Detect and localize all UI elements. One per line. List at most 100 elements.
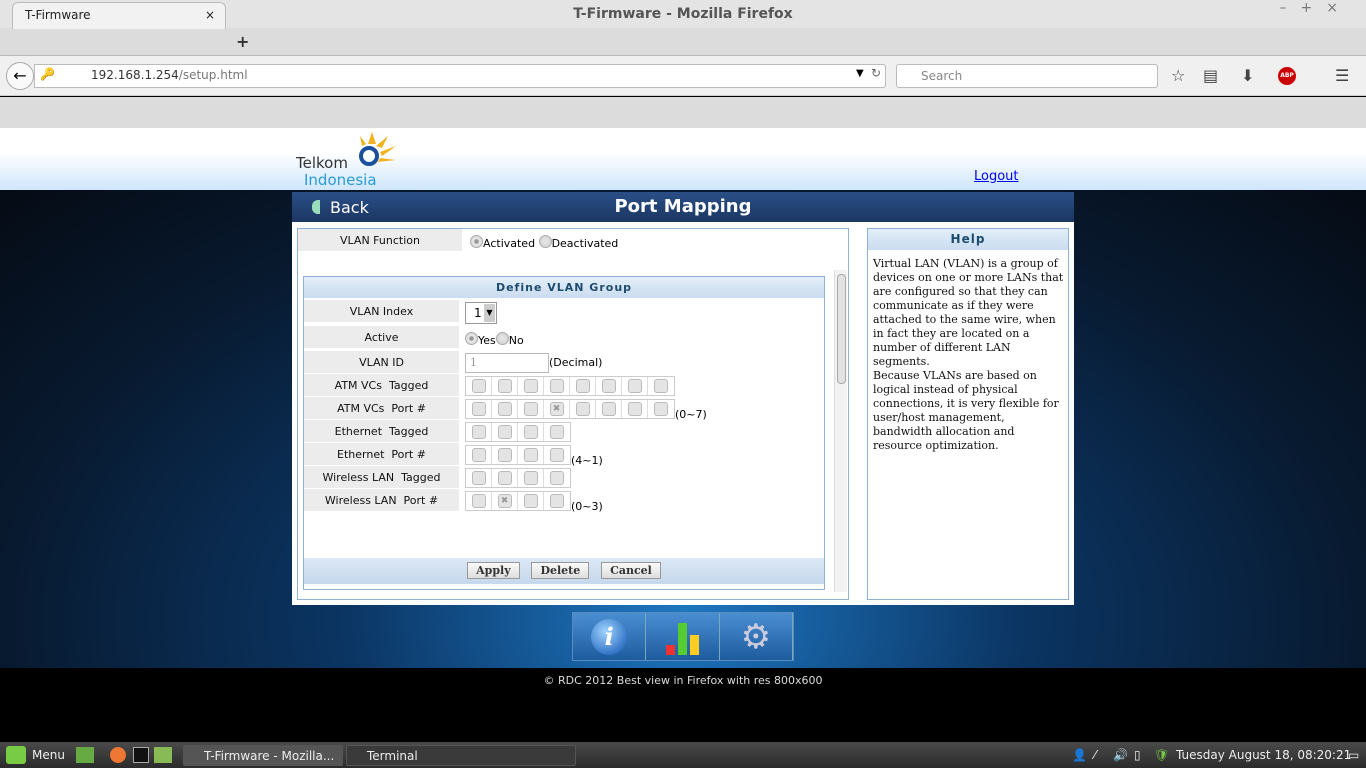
checkbox-group <box>465 422 571 442</box>
port-checkbox[interactable] <box>550 448 564 462</box>
port-checkbox[interactable] <box>497 471 512 485</box>
port-checkbox[interactable] <box>601 379 616 393</box>
battery-icon[interactable]: ▯ <box>1134 745 1141 766</box>
shield-icon[interactable]: 🛡 <box>1154 745 1169 766</box>
vlan-id-input[interactable]: 1 <box>465 353 549 373</box>
menu-button[interactable]: Menu <box>32 745 65 766</box>
port-checkbox[interactable] <box>471 379 486 393</box>
new-tab-button[interactable]: + <box>236 32 249 51</box>
active-no-radio[interactable] <box>495 332 509 345</box>
tab-close-icon[interactable]: × <box>205 8 215 22</box>
port-checkbox[interactable] <box>523 471 538 485</box>
active-yes-radio[interactable] <box>465 332 478 345</box>
clock[interactable]: Tuesday August 18, 08:20:21 <box>1176 745 1351 766</box>
port-checkbox[interactable] <box>654 402 668 416</box>
checkbox-group: ✖ <box>465 399 675 419</box>
volume-icon[interactable]: 🔊 <box>1113 745 1128 766</box>
checkbox-group <box>465 445 571 465</box>
port-checkbox[interactable] <box>523 425 538 439</box>
tab-label: T-Firmware <box>25 8 91 22</box>
port-checkbox[interactable] <box>523 448 538 462</box>
port-checkbox[interactable] <box>471 471 486 485</box>
port-checkbox[interactable] <box>550 425 564 439</box>
chevron-down-icon: ▼ <box>484 304 495 322</box>
deactivated-radio[interactable] <box>538 235 552 248</box>
port-checkbox[interactable] <box>471 425 486 439</box>
status-chart-icon[interactable] <box>646 613 720 660</box>
apply-button[interactable]: Apply <box>467 562 520 579</box>
port-checkbox[interactable]: ✖ <box>497 494 512 508</box>
site-info-icon[interactable]: 🔑 <box>40 67 55 81</box>
settings-gear-icon[interactable]: ⚙ <box>719 613 793 660</box>
reload-icon[interactable]: ↻ <box>871 66 881 80</box>
port-checkbox[interactable] <box>523 402 538 416</box>
back-arrow-icon[interactable]: ← <box>6 62 34 90</box>
port-checkbox[interactable] <box>550 494 564 508</box>
url-bar[interactable]: 192.168.1.254/setup.html <box>34 64 886 88</box>
checkbox-row-label: ATM VCs Port # <box>304 397 459 421</box>
port-checkbox[interactable] <box>497 402 512 416</box>
vlan-function-options: Activated Deactivated <box>470 235 618 250</box>
port-checkbox[interactable] <box>497 425 512 439</box>
task-firefox[interactable]: T-Firmware - Mozilla... <box>183 745 343 766</box>
workspace-icon[interactable]: ▭ <box>1348 745 1359 766</box>
port-checkbox[interactable] <box>550 471 564 485</box>
show-desktop-icon[interactable] <box>76 747 94 763</box>
telkom-logo: Telkom Indonesia <box>295 130 406 189</box>
vlan-index-value: 1 <box>474 306 482 320</box>
checkbox-row-label: Wireless LAN Tagged <box>304 466 459 490</box>
mint-menu-icon[interactable] <box>6 746 26 764</box>
checkbox-group <box>465 376 675 396</box>
cancel-button[interactable]: Cancel <box>601 562 661 579</box>
activated-radio[interactable] <box>470 235 483 248</box>
port-checkbox[interactable] <box>627 402 642 416</box>
port-checkbox[interactable] <box>497 379 512 393</box>
port-checkbox[interactable] <box>627 379 642 393</box>
delete-button[interactable]: Delete <box>531 562 590 579</box>
user-icon[interactable]: 👤 <box>1072 745 1087 766</box>
checkbox-row-label: ATM VCs Tagged <box>304 374 459 398</box>
checkbox-group <box>465 468 571 488</box>
files-launcher-icon[interactable] <box>154 747 172 763</box>
port-checkbox[interactable] <box>654 379 668 393</box>
firefox-launcher-icon[interactable] <box>110 747 126 763</box>
panel-header: Back Port Mapping <box>292 192 1074 222</box>
port-checkbox[interactable] <box>575 402 590 416</box>
adblock-icon[interactable]: ABP <box>1278 67 1296 85</box>
logout-link[interactable]: Logout <box>974 169 1019 184</box>
page-header <box>0 128 1366 190</box>
browser-tab[interactable]: T-Firmware × <box>12 2 226 29</box>
port-checkbox[interactable] <box>575 379 590 393</box>
search-input[interactable]: Search <box>896 64 1158 88</box>
scrollbar-thumb[interactable] <box>837 274 846 384</box>
info-icon[interactable]: i <box>573 613 647 660</box>
port-checkbox[interactable] <box>471 494 486 508</box>
download-icon[interactable]: ⬇ <box>1241 66 1254 85</box>
dropdown-icon[interactable]: ▼ <box>856 68 864 79</box>
bookmark-star-icon[interactable]: ☆ <box>1171 66 1185 85</box>
port-checkbox[interactable]: ✖ <box>549 402 564 416</box>
port-checkbox[interactable] <box>601 402 616 416</box>
port-checkbox[interactable] <box>523 494 538 508</box>
help-text: Virtual LAN (VLAN) is a group of devices… <box>873 257 1064 452</box>
port-checkbox[interactable] <box>523 379 538 393</box>
port-checkbox[interactable] <box>497 448 512 462</box>
port-checkbox[interactable] <box>471 402 486 416</box>
reading-list-icon[interactable]: ▤ <box>1203 66 1218 85</box>
deactivated-label: Deactivated <box>551 237 619 250</box>
range-hint: (0~7) <box>675 408 707 421</box>
window-controls[interactable]: –+× <box>1280 0 1352 16</box>
terminal-launcher-icon[interactable] <box>133 747 149 763</box>
button-bar: Apply Delete Cancel <box>304 558 824 584</box>
help-title: Help <box>868 229 1068 250</box>
footer: © RDC 2012 Best view in Firefox with res… <box>0 668 1366 742</box>
checkbox-row-label: Ethernet Port # <box>304 443 459 467</box>
scrollbar[interactable] <box>834 270 847 592</box>
vlan-index-select[interactable]: 1 ▼ <box>465 302 497 324</box>
vlan-id-suffix: (Decimal) <box>549 356 603 369</box>
task-terminal[interactable]: Terminal <box>346 745 576 766</box>
port-checkbox[interactable] <box>471 448 486 462</box>
menu-icon[interactable]: ☰ <box>1335 66 1349 85</box>
network-icon[interactable]: ⁄ <box>1094 745 1096 766</box>
port-checkbox[interactable] <box>549 379 564 393</box>
